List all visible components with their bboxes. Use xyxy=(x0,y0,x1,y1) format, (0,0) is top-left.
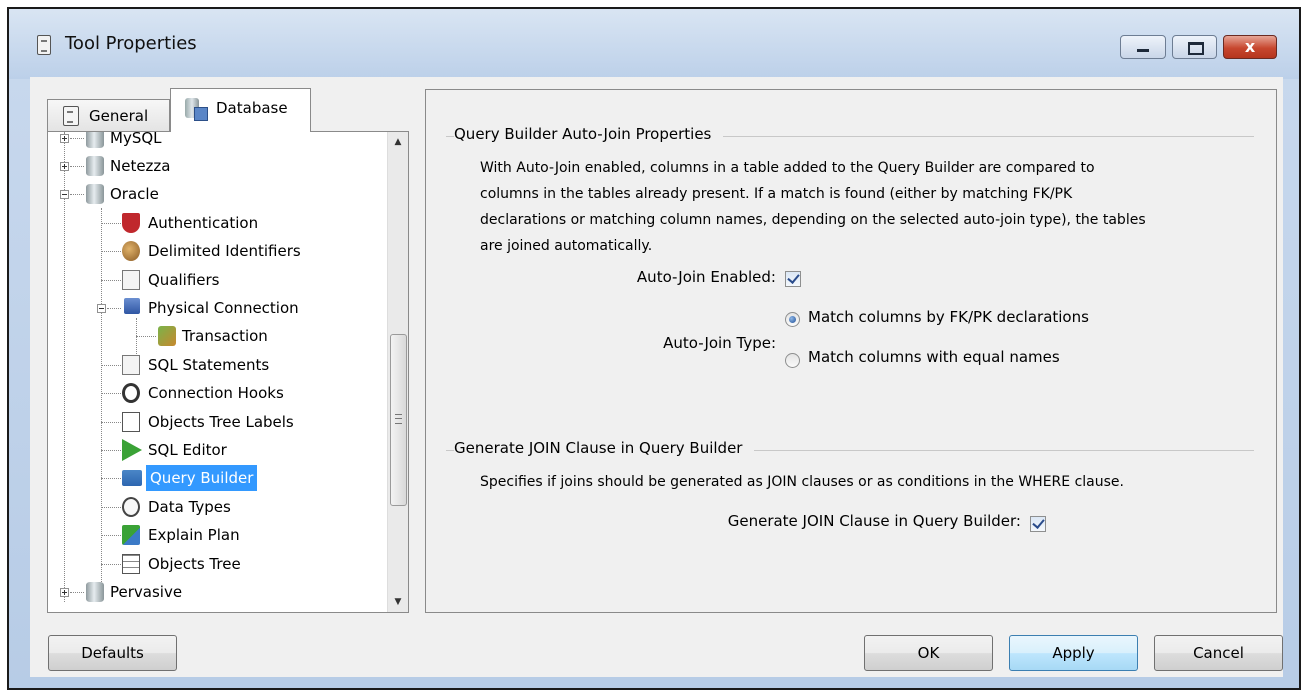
window-app-icon xyxy=(37,35,51,55)
defaults-button[interactable]: Defaults xyxy=(48,635,177,671)
tree-item-mysql[interactable]: MySQL xyxy=(48,131,388,152)
tree-item-query-builder[interactable]: Query Builder xyxy=(48,464,388,492)
database-tab-icon xyxy=(185,98,208,121)
database-icon xyxy=(86,132,104,148)
autojoin-description-line: With Auto-Join enabled, columns in a tab… xyxy=(480,160,1095,176)
general-tab-icon xyxy=(63,106,79,126)
tree-item-label: MySQL xyxy=(110,131,162,147)
query-builder-icon xyxy=(122,470,142,486)
join-clause-description: Specifies if joins should be generated a… xyxy=(480,474,1124,490)
grip-icon xyxy=(395,414,402,424)
autojoin-type-label: Auto-Join Type: xyxy=(663,334,776,352)
tree-item-label: SQL Editor xyxy=(148,441,227,459)
database-icon xyxy=(86,582,104,602)
match-fk-pk-label[interactable]: Match columns by FK/PK declarations xyxy=(808,308,1089,326)
dialog-client-area: General Database MySQL Netezza Oracle Au… xyxy=(30,77,1283,677)
play-icon xyxy=(122,439,142,461)
tree-item-data-types[interactable]: Data Types xyxy=(48,493,388,521)
join-clause-checkbox-label: Generate JOIN Clause in Query Builder: xyxy=(727,512,1021,530)
tree-item-sql-statements[interactable]: SQL Statements xyxy=(48,351,388,379)
hook-icon xyxy=(122,383,140,403)
tree-item-label: Objects Tree xyxy=(148,555,241,573)
tree-item-label: Data Types xyxy=(148,498,231,516)
tree-item-objects-tree[interactable]: Objects Tree xyxy=(48,550,388,578)
tree-item-label: Connection Hooks xyxy=(148,384,284,402)
join-clause-checkbox[interactable] xyxy=(1030,516,1046,532)
tree-item-label: SQL Statements xyxy=(148,356,270,374)
ok-button[interactable]: OK xyxy=(864,635,993,671)
close-icon: x xyxy=(1244,37,1256,56)
join-clause-group-title: Generate JOIN Clause in Query Builder xyxy=(454,439,755,457)
labels-icon xyxy=(122,412,140,432)
collapse-icon[interactable] xyxy=(60,190,69,199)
tree-item-qualifiers[interactable]: Qualifiers xyxy=(48,266,388,294)
autojoin-description-line: are joined automatically. xyxy=(480,238,653,254)
maximize-button[interactable] xyxy=(1172,35,1217,59)
tree-item-transaction[interactable]: Transaction xyxy=(48,322,388,350)
tree-item-connection-hooks[interactable]: Connection Hooks xyxy=(48,379,388,407)
tree-item-netezza[interactable]: Netezza xyxy=(48,152,388,180)
tree-item-label: Pervasive xyxy=(110,583,183,601)
data-types-icon xyxy=(122,497,140,517)
expand-icon[interactable] xyxy=(60,134,69,143)
expand-icon[interactable] xyxy=(60,162,69,171)
shield-icon xyxy=(122,213,140,233)
tree-scrollbar[interactable]: ▲ ▼ xyxy=(387,132,408,612)
tab-general-label: General xyxy=(89,107,149,125)
tree-item-label: Qualifiers xyxy=(148,271,220,289)
tree-item-pervasive[interactable]: Pervasive xyxy=(48,578,388,606)
scroll-up-arrow-icon[interactable]: ▲ xyxy=(388,132,408,152)
cancel-button[interactable]: Cancel xyxy=(1154,635,1283,671)
explain-plan-icon xyxy=(122,525,140,545)
minimize-button[interactable] xyxy=(1120,35,1166,59)
expand-icon[interactable] xyxy=(60,588,69,597)
match-fk-pk-radio[interactable] xyxy=(785,312,800,327)
tree-item-label: Objects Tree Labels xyxy=(148,413,294,431)
close-button[interactable]: x xyxy=(1223,35,1277,59)
tree-item-delimited-identifiers[interactable]: Delimited Identifiers xyxy=(48,237,388,265)
tool-properties-window: Tool Properties x General Database MySQL… xyxy=(7,7,1301,690)
title-bar[interactable]: Tool Properties x xyxy=(9,9,1299,79)
window-title: Tool Properties xyxy=(65,33,197,54)
tree-item-sql-editor[interactable]: SQL Editor xyxy=(48,436,388,464)
tree-item-authentication[interactable]: Authentication xyxy=(48,209,388,237)
match-equal-names-radio[interactable] xyxy=(785,353,800,368)
tab-database-label: Database xyxy=(216,99,288,117)
settings-tree[interactable]: MySQL Netezza Oracle Authentication Deli… xyxy=(47,131,409,613)
tree-item-label: Netezza xyxy=(110,157,171,175)
collapse-icon[interactable] xyxy=(97,304,106,313)
delimiter-icon xyxy=(122,241,140,261)
qualifiers-icon xyxy=(122,270,140,290)
match-equal-names-label[interactable]: Match columns with equal names xyxy=(808,348,1060,366)
tree-item-label: Explain Plan xyxy=(148,526,240,544)
tab-general[interactable]: General xyxy=(47,99,170,131)
database-icon xyxy=(86,156,104,176)
tree-item-oracle[interactable]: Oracle xyxy=(48,180,388,208)
tree-item-label-selected: Query Builder xyxy=(146,465,258,491)
transaction-icon xyxy=(158,326,176,346)
tree-item-physical-connection[interactable]: Physical Connection xyxy=(48,294,388,322)
tree-item-label: Physical Connection xyxy=(148,299,299,317)
objects-tree-icon xyxy=(122,554,140,574)
autojoin-description-line: columns in the tables already present. I… xyxy=(480,186,1073,202)
tree-item-label: Transaction xyxy=(182,327,268,345)
database-icon xyxy=(86,184,104,204)
query-builder-settings-panel: Query Builder Auto-Join Properties With … xyxy=(425,89,1277,613)
tree-item-label: Oracle xyxy=(110,185,159,203)
scroll-down-arrow-icon[interactable]: ▼ xyxy=(388,592,408,612)
document-icon xyxy=(122,355,140,375)
autojoin-description-line: declarations or matching column names, d… xyxy=(480,212,1146,228)
apply-button[interactable]: Apply xyxy=(1009,635,1138,671)
scroll-thumb[interactable] xyxy=(390,334,407,506)
autojoin-enabled-checkbox[interactable] xyxy=(785,271,801,287)
tree-item-explain-plan[interactable]: Explain Plan xyxy=(48,521,388,549)
tree-item-objects-tree-labels[interactable]: Objects Tree Labels xyxy=(48,408,388,436)
autojoin-group-title: Query Builder Auto-Join Properties xyxy=(454,125,724,143)
tree-item-label: Authentication xyxy=(148,214,259,232)
connection-icon xyxy=(124,298,140,314)
tab-database[interactable]: Database xyxy=(170,88,311,132)
tree-item-label: Delimited Identifiers xyxy=(148,242,301,260)
autojoin-enabled-label: Auto-Join Enabled: xyxy=(636,268,776,286)
